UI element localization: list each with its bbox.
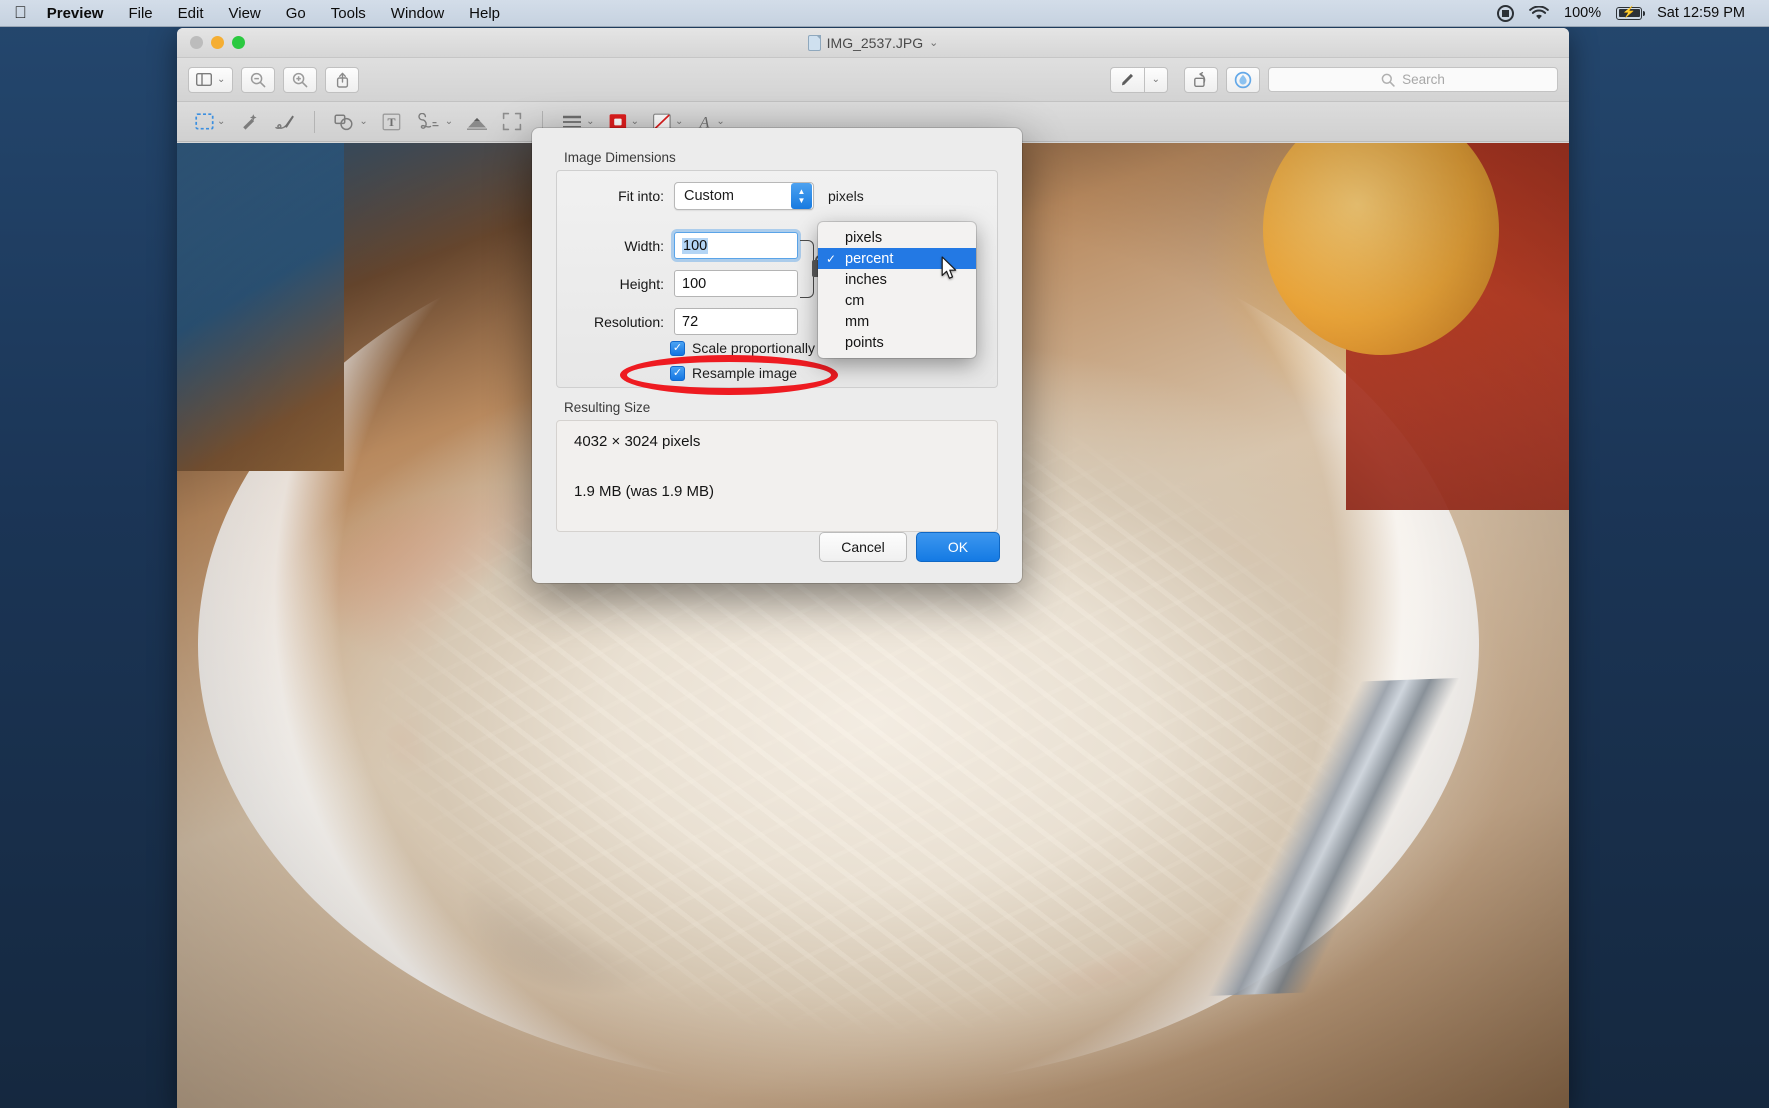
annotate-button[interactable] xyxy=(1226,66,1260,93)
menu-bar:  Preview File Edit View Go Tools Window… xyxy=(0,0,1769,27)
mouse-cursor xyxy=(941,256,958,286)
markup-button[interactable] xyxy=(1109,66,1144,93)
maximize-button[interactable] xyxy=(232,36,245,49)
red-ellipse-annotation[interactable] xyxy=(620,355,838,395)
sidebar-chevron-down-icon[interactable]: ⌄ xyxy=(217,74,225,85)
fit-into-select[interactable]: Custom ▲ ▼ xyxy=(674,182,814,210)
dropdown-check-percent: ✓ xyxy=(826,251,837,266)
menu-item-view[interactable]: View xyxy=(229,5,261,22)
dropdown-item-points[interactable]: points xyxy=(818,332,976,353)
fit-into-stepper-arrows[interactable]: ▲ ▼ xyxy=(791,183,812,209)
search-placeholder: Search xyxy=(1402,72,1445,87)
text-tool-button[interactable]: T xyxy=(377,108,407,136)
fit-into-value: Custom xyxy=(684,188,734,204)
height-label: Height: xyxy=(619,275,664,292)
resolution-value: 72 xyxy=(682,313,699,330)
dropdown-label-cm: cm xyxy=(845,292,865,309)
apple-logo-icon[interactable]:  xyxy=(14,4,27,21)
scale-proportionally-checkbox-row[interactable]: ✓ Scale proportionally xyxy=(670,340,815,356)
sketch-tool-button[interactable] xyxy=(269,108,299,136)
width-input[interactable]: 100 xyxy=(674,232,798,259)
dropdown-item-cm[interactable]: cm xyxy=(818,290,976,311)
dropdown-label-points: points xyxy=(845,334,884,351)
resulting-dimensions: 4032 × 3024 pixels xyxy=(574,433,701,450)
menu-item-go[interactable]: Go xyxy=(286,5,306,22)
title-chevron-down-icon[interactable]: ⌄ xyxy=(929,36,938,49)
dropdown-label-percent: percent xyxy=(845,250,894,267)
width-value: 100 xyxy=(682,237,709,254)
record-icon[interactable] xyxy=(1497,4,1515,22)
dropdown-label-mm: mm xyxy=(845,313,870,330)
signature-tool-button[interactable]: ⌄ xyxy=(412,108,457,136)
menu-item-preview[interactable]: Preview xyxy=(47,5,104,22)
resulting-filesize: 1.9 MB (was 1.9 MB) xyxy=(574,483,715,500)
traffic-lights xyxy=(177,36,245,49)
shape-style-chevron-down-icon[interactable]: ⌄ xyxy=(586,116,594,127)
close-button[interactable] xyxy=(190,36,203,49)
dropdown-item-mm[interactable]: mm xyxy=(818,311,976,332)
scale-proportionally-label: Scale proportionally xyxy=(692,340,815,356)
unit-dropdown-menu[interactable]: pixels ✓ percent inches cm mm points xyxy=(818,222,976,358)
font-style-chevron-down-icon[interactable]: ⌄ xyxy=(716,116,724,127)
fit-into-label: Fit into: xyxy=(618,188,664,204)
menu-item-edit[interactable]: Edit xyxy=(178,5,204,22)
search-input[interactable]: Search xyxy=(1268,67,1558,92)
instant-alpha-tool-button[interactable] xyxy=(234,108,264,136)
dropdown-item-pixels[interactable]: pixels xyxy=(818,227,976,248)
wifi-icon[interactable] xyxy=(1529,5,1549,21)
window-title-label: IMG_2537.JPG xyxy=(826,34,924,51)
adjust-color-tool-button[interactable] xyxy=(462,108,492,136)
clock-label[interactable]: Sat 12:59 PM xyxy=(1657,5,1745,21)
selection-tool-chevron-down-icon[interactable]: ⌄ xyxy=(217,116,225,127)
menu-bar-status-area: 100% ⚡ Sat 12:59 PM xyxy=(1497,4,1755,22)
unit-suffix-label: pixels xyxy=(828,188,864,204)
fill-color-chevron-down-icon[interactable]: ⌄ xyxy=(675,116,683,127)
document-icon xyxy=(807,34,821,51)
sidebar-button[interactable]: ⌄ xyxy=(188,66,234,93)
minimize-button[interactable] xyxy=(211,36,224,49)
window-title: IMG_2537.JPG ⌄ xyxy=(177,34,1569,51)
dropdown-label-inches: inches xyxy=(845,271,887,288)
fit-into-row: Fit into: Custom ▲ ▼ pixels xyxy=(566,182,996,210)
battery-charging-icon[interactable]: ⚡ xyxy=(1616,6,1646,20)
svg-text:T: T xyxy=(388,115,396,129)
rotate-button[interactable] xyxy=(1184,66,1218,93)
resulting-size-label: Resulting Size xyxy=(564,400,651,415)
menu-item-tools[interactable]: Tools xyxy=(331,5,366,22)
resolution-input[interactable]: 72 xyxy=(674,308,798,335)
dropdown-label-pixels: pixels xyxy=(845,229,883,246)
signature-tool-chevron-down-icon[interactable]: ⌄ xyxy=(445,116,453,127)
resolution-label: Resolution: xyxy=(593,313,664,330)
ok-button[interactable]: OK xyxy=(916,532,1000,562)
height-value: 100 xyxy=(682,275,707,292)
markup-chevron-down-icon: ⌄ xyxy=(1151,74,1160,85)
border-color-chevron-down-icon[interactable]: ⌄ xyxy=(631,116,639,127)
height-input[interactable]: 100 xyxy=(674,270,798,297)
zoom-out-button[interactable] xyxy=(241,66,276,93)
cancel-button[interactable]: Cancel xyxy=(819,532,907,562)
scale-proportionally-checkbox[interactable]: ✓ xyxy=(670,340,685,356)
toolbar-divider xyxy=(314,110,316,133)
battery-percent-label: 100% xyxy=(1564,5,1602,21)
shapes-tool-button[interactable]: ⌄ xyxy=(330,108,371,136)
image-dimensions-label: Image Dimensions xyxy=(564,150,676,165)
main-toolbar: ⌄ ⌄ Search xyxy=(177,58,1569,102)
menu-item-window[interactable]: Window xyxy=(391,5,444,22)
adjust-size-tool-button[interactable] xyxy=(497,108,527,136)
shapes-tool-chevron-down-icon[interactable]: ⌄ xyxy=(359,116,367,127)
width-label: Width: xyxy=(624,237,664,254)
menu-item-file[interactable]: File xyxy=(128,5,152,22)
menu-item-help[interactable]: Help xyxy=(469,5,500,22)
screen:  Preview File Edit View Go Tools Window… xyxy=(0,0,1769,1108)
window-title-bar: IMG_2537.JPG ⌄ xyxy=(177,28,1569,58)
markup-chevron-button[interactable]: ⌄ xyxy=(1143,66,1168,93)
zoom-in-button[interactable] xyxy=(283,66,318,93)
share-button[interactable] xyxy=(325,66,360,93)
selection-tool-button[interactable]: ⌄ xyxy=(191,108,229,136)
